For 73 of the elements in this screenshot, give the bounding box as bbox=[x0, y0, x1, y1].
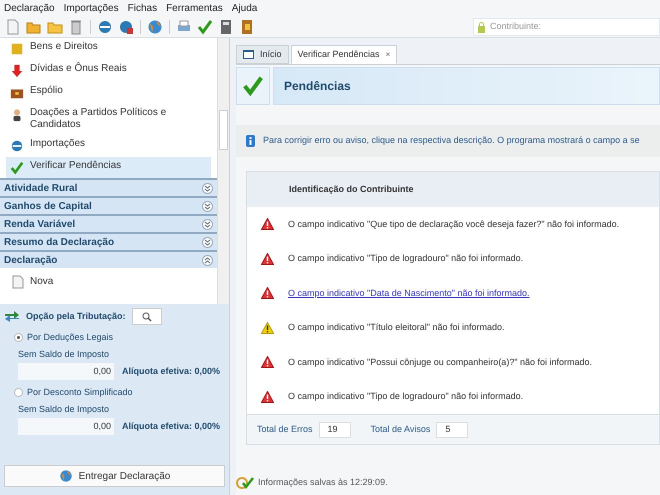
status-text: Informações salvas às 12:29:09. bbox=[258, 476, 388, 490]
close-icon[interactable]: × bbox=[386, 48, 390, 60]
message-link[interactable]: O campo indicativo "Data de Nascimento" não foi informado. bbox=[288, 286, 530, 300]
search-button[interactable] bbox=[132, 308, 162, 325]
message-text[interactable]: O campo indicativo "Título eleitoral" não foi informado. bbox=[288, 321, 504, 334]
menu-item[interactable]: Declaração bbox=[4, 1, 55, 16]
error-icon bbox=[261, 390, 274, 403]
tree-item[interactable]: Importações bbox=[6, 135, 211, 156]
contribuinte-label: Contribuinte: bbox=[490, 20, 542, 34]
tree-item[interactable]: Verificar Pendências bbox=[6, 157, 211, 178]
window-icon bbox=[243, 50, 254, 59]
error-icon bbox=[261, 287, 274, 300]
tab[interactable]: Início bbox=[236, 45, 289, 64]
section-header[interactable]: Resumo da Declaração bbox=[0, 232, 217, 250]
submit-button[interactable]: Entregar Declaração bbox=[4, 465, 225, 487]
option-label: Por Desconto Simplificado bbox=[27, 386, 133, 399]
collapse-icon bbox=[202, 254, 213, 266]
box-icon bbox=[10, 42, 24, 56]
aliquota-label: Alíquota efetiva: 0,00% bbox=[122, 364, 220, 378]
menu-item[interactable]: Fichas bbox=[128, 1, 158, 16]
section-header[interactable]: Renda Variável bbox=[0, 214, 217, 232]
info-icon bbox=[246, 135, 255, 147]
tree-item[interactable]: Bens e Direitos bbox=[6, 38, 211, 59]
search-icon bbox=[142, 312, 152, 322]
tree-item[interactable]: Doações a Partidos Políticos e Candidatos bbox=[6, 104, 211, 134]
radio-button[interactable] bbox=[14, 388, 23, 398]
menu-item[interactable]: Importações bbox=[64, 1, 119, 16]
error-icon bbox=[261, 252, 274, 265]
total-label: Total de Erros bbox=[257, 422, 313, 436]
clock-check-icon bbox=[236, 476, 254, 490]
value-field[interactable]: 0,00 bbox=[18, 418, 114, 435]
menu-item[interactable]: Ajuda bbox=[232, 1, 258, 16]
expand-icon bbox=[202, 236, 213, 248]
checkmark-icon bbox=[10, 161, 24, 175]
expand-icon bbox=[202, 200, 213, 212]
total-label: Total de Avisos bbox=[370, 422, 430, 436]
header-banner: Pendências bbox=[273, 67, 660, 105]
option-label: Por Deduções Legais bbox=[27, 331, 114, 344]
expand-icon bbox=[202, 182, 213, 194]
message-text[interactable]: O campo indicativo "Possui cônjuge ou companheiro(a)?" não foi informado. bbox=[288, 356, 592, 369]
expand-icon bbox=[202, 218, 213, 230]
tab[interactable]: Verificar Pendências × bbox=[290, 45, 398, 64]
tree-item[interactable]: Dívidas e Ônus Reais bbox=[6, 60, 211, 81]
section-header[interactable]: Ganhos de Capital bbox=[0, 196, 217, 214]
total-value: 19 bbox=[318, 422, 351, 438]
vertical-scrollbar[interactable] bbox=[217, 38, 229, 304]
checkmark-icon[interactable] bbox=[195, 17, 215, 37]
info-text: Para corrigir erro ou aviso, clique na respectiva descrição. O programa mostrará o campo a se bbox=[263, 134, 640, 148]
down-arrow-icon bbox=[10, 64, 24, 78]
message-text[interactable]: O campo indicativo "Tipo de logradouro" não foi informado. bbox=[288, 252, 524, 266]
lock-icon bbox=[477, 22, 486, 32]
message-text[interactable]: O campo indicativo "Tipo de logradouro" não foi informado. bbox=[288, 390, 524, 404]
value-field[interactable]: 0,00 bbox=[18, 363, 114, 380]
error-icon bbox=[261, 356, 274, 368]
option-sublabel: Sem Saldo de Imposto bbox=[18, 348, 110, 361]
group-title: Identificação do Contribuinte bbox=[289, 182, 414, 196]
section-header[interactable]: Atividade Rural bbox=[0, 178, 217, 196]
total-value: 5 bbox=[436, 422, 468, 438]
globe-icon bbox=[58, 469, 73, 483]
menu-item[interactable]: Ferramentas bbox=[166, 1, 223, 16]
swap-arrows-icon bbox=[4, 310, 20, 324]
option-sublabel: Sem Saldo de Imposto bbox=[18, 402, 110, 416]
checkmark-icon bbox=[242, 75, 264, 97]
message-text[interactable]: O campo indicativo "Que tipo de declaração você deseja fazer?" não foi informado. bbox=[288, 218, 620, 231]
radio-button[interactable] bbox=[14, 333, 23, 342]
aliquota-label: Alíquota efetiva: 0,00% bbox=[122, 420, 220, 433]
error-icon bbox=[261, 218, 274, 230]
tree-item[interactable]: Espólio bbox=[6, 82, 211, 103]
section-header[interactable]: Declaração bbox=[0, 250, 217, 268]
section-item[interactable]: Nova bbox=[12, 274, 205, 289]
warning-icon bbox=[261, 322, 274, 334]
document-icon bbox=[12, 274, 24, 288]
tributacao-title: Opção pela Tributação: bbox=[26, 310, 126, 323]
